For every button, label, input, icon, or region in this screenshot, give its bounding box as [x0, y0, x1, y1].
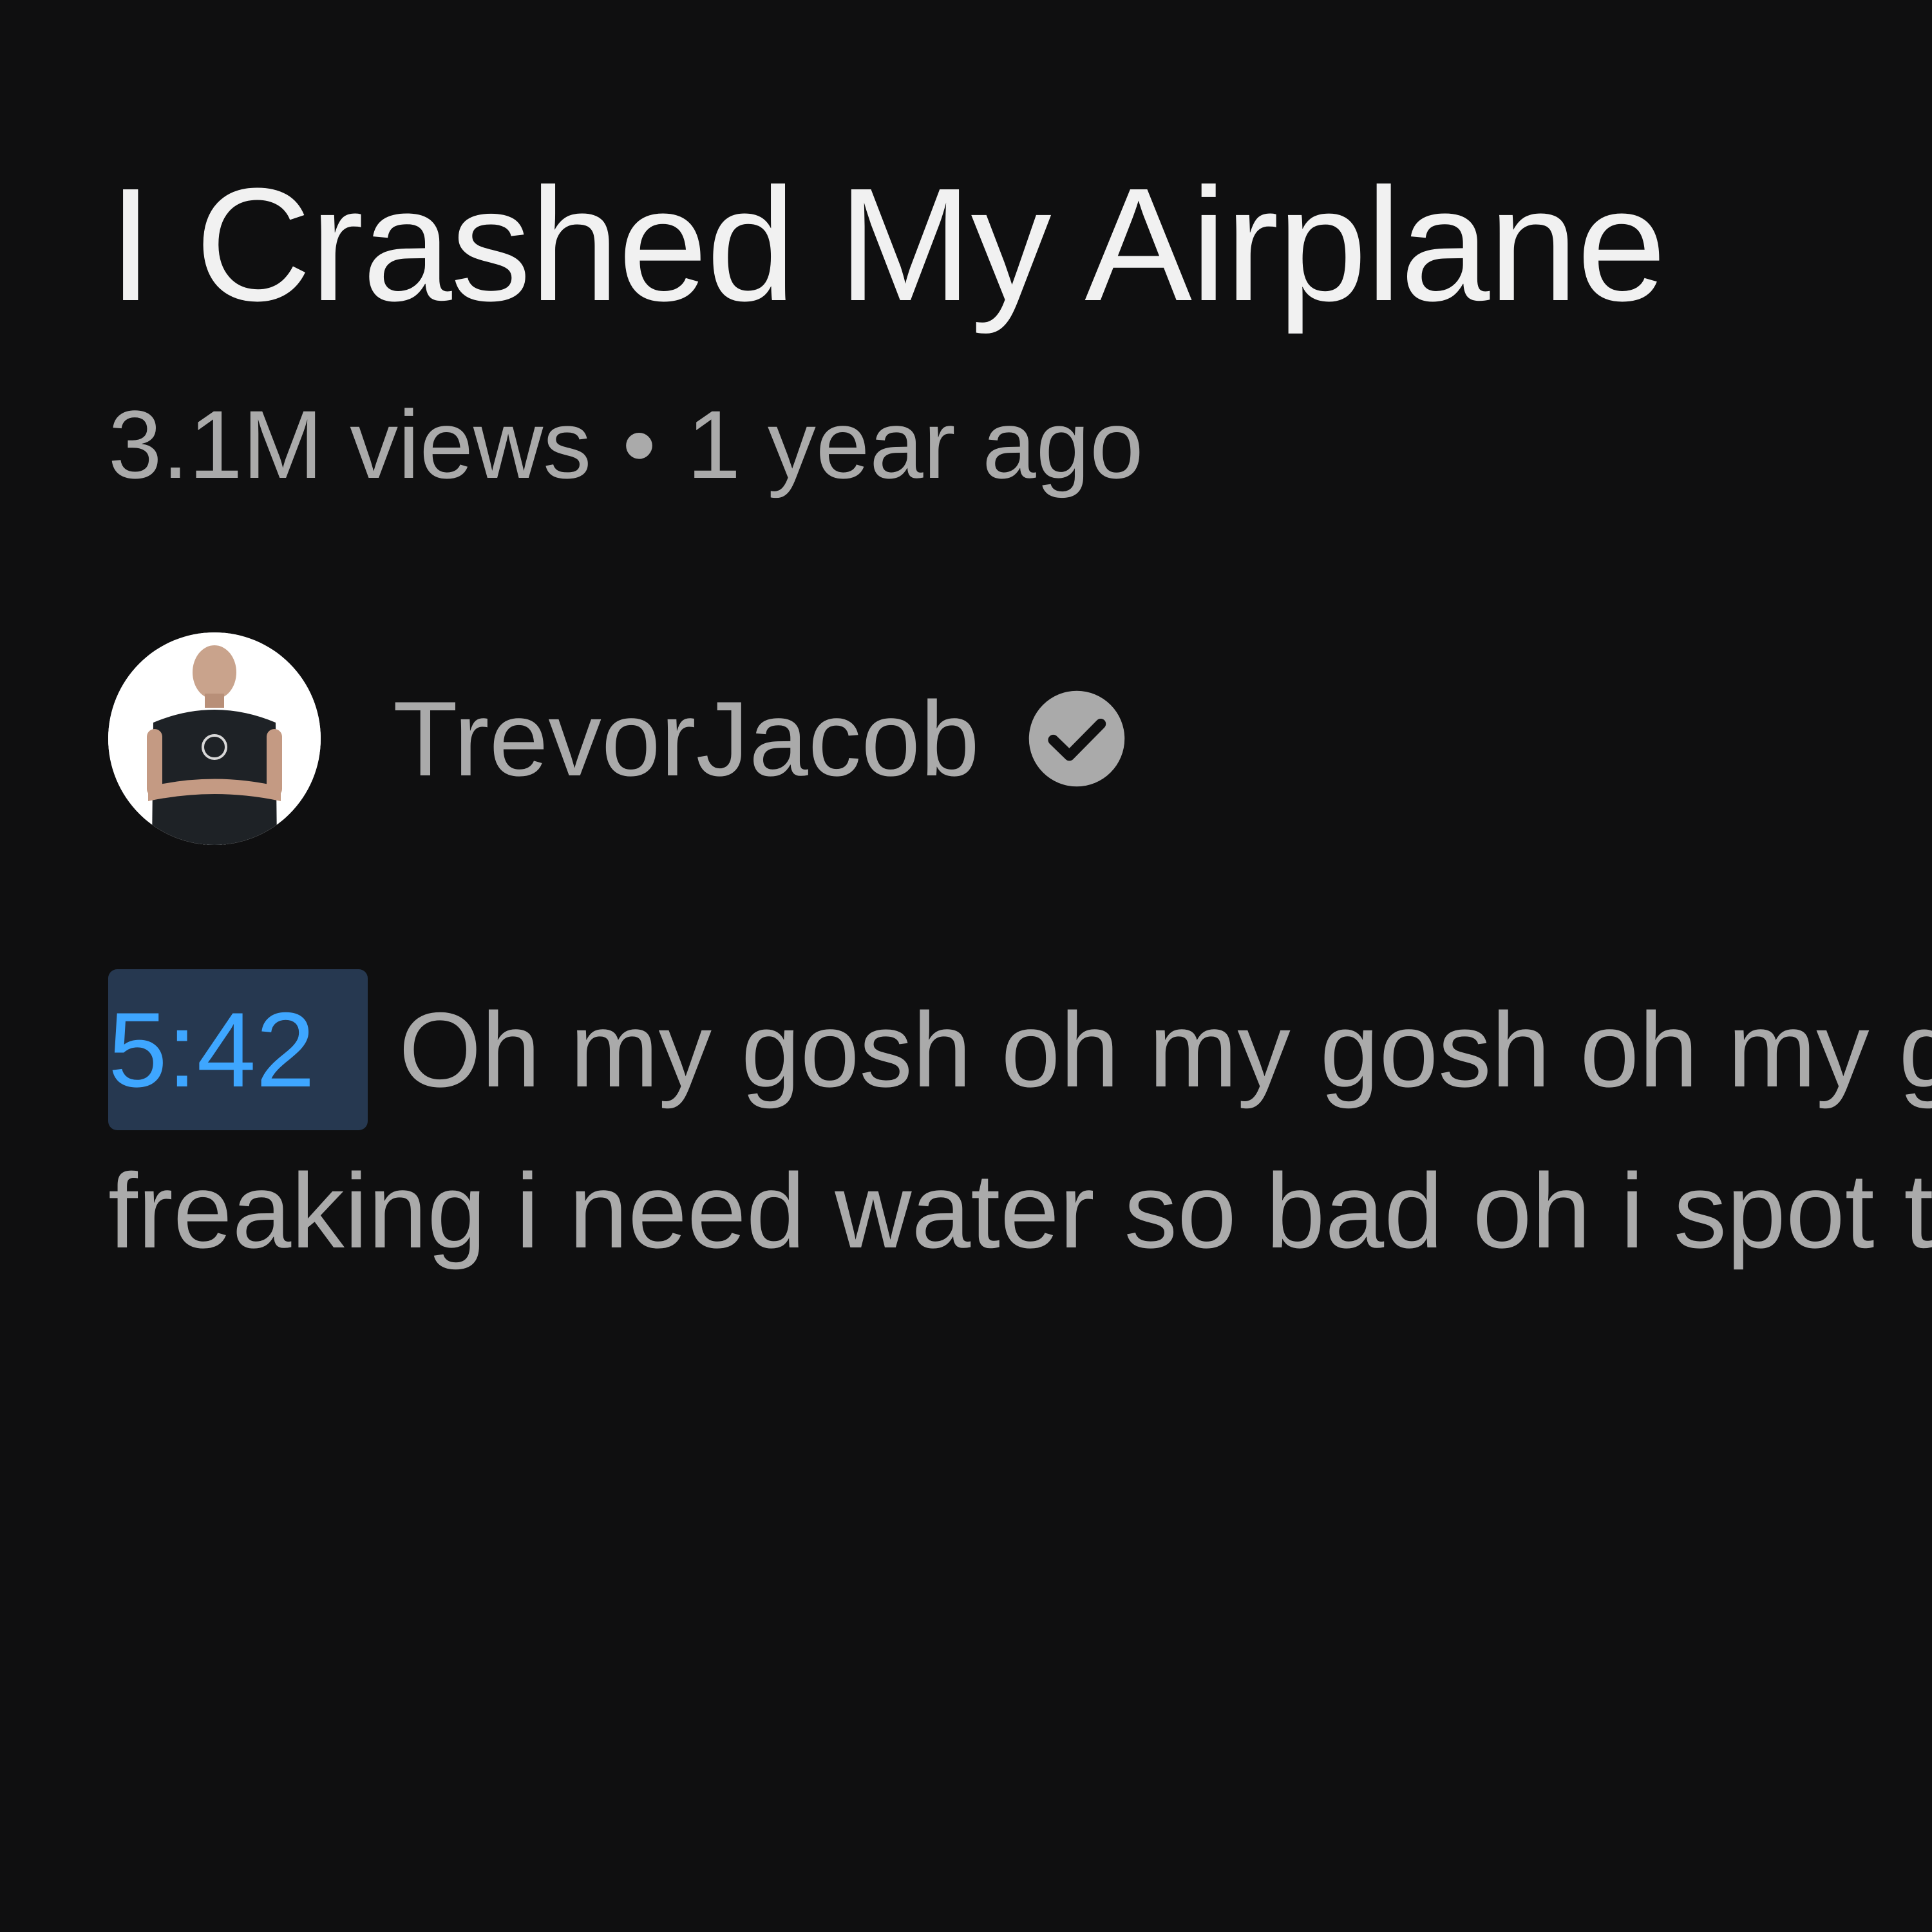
channel-avatar[interactable] — [108, 632, 321, 845]
snippet-text-1: Oh my gosh oh my gosh oh my g — [399, 990, 1932, 1109]
video-title[interactable]: I Crashed My Airplane — [108, 148, 1666, 341]
video-metadata: 3.1M views • 1 year ago — [108, 380, 1144, 509]
verified-check-icon — [1025, 687, 1129, 791]
view-count: 3.1M views — [108, 390, 592, 498]
upload-age: 1 year ago — [687, 390, 1144, 498]
channel-row[interactable]: TrevorJacob — [108, 632, 1129, 845]
avatar-image — [108, 632, 321, 845]
snippet-line-2: freaking i need water so bad oh i spot t — [108, 1151, 1932, 1270]
timestamp-chip[interactable]: 5:42 — [108, 969, 368, 1130]
video-result[interactable]: I Crashed My Airplane 3.1M views • 1 year … — [108, 148, 1932, 1307]
metadata-separator: • — [622, 390, 656, 498]
channel-name[interactable]: TrevorJacob — [393, 674, 980, 803]
transcript-snippet[interactable]: 5:42 Oh my gosh oh my gosh oh my g freaki… — [108, 969, 1932, 1291]
snippet-line-1: 5:42 Oh my gosh oh my gosh oh my g — [108, 969, 1932, 1130]
